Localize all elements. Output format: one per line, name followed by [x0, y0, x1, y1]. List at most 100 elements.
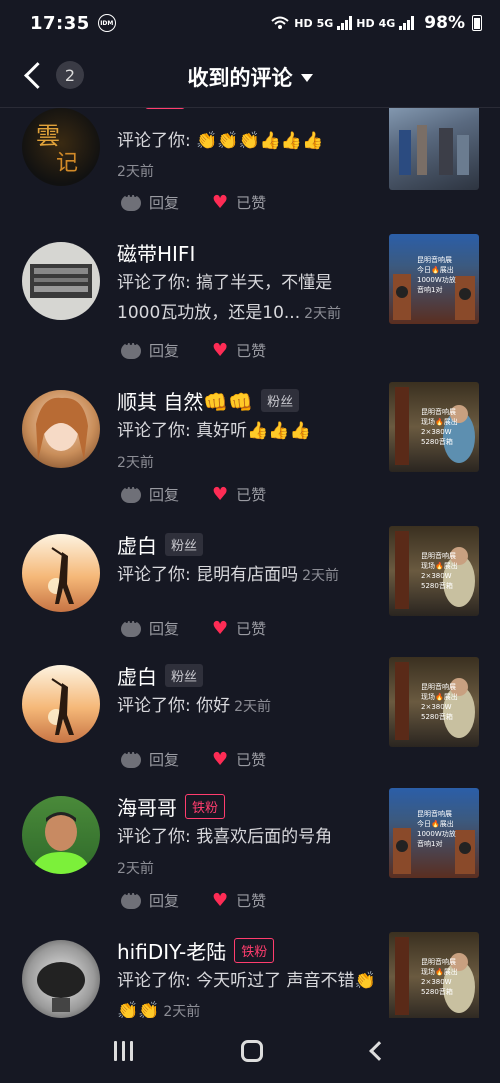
- list-item[interactable]: 虚白 粉丝 评论了你: 昆明有店面吗2天前 回复 ♥已赞 昆明音响展现场🔥展出 2…: [0, 526, 500, 656]
- svg-text:昆明音响展: 昆明音响展: [417, 255, 452, 264]
- list-item[interactable]: 海哥哥 铁粉 评论了你: 我喜欢后面的号角 2天前 回复 ♥已赞 昆明音响展今日…: [0, 788, 500, 918]
- reply-button[interactable]: 回复: [121, 340, 179, 361]
- hd-label-1: HD: [294, 16, 313, 30]
- like-button[interactable]: ♥ 已赞: [212, 484, 266, 505]
- user-name[interactable]: 虚白: [117, 530, 157, 559]
- video-thumbnail[interactable]: 昆明音响展 现场🔥展出 2×380W 5280音箱: [389, 382, 479, 472]
- user-name[interactable]: 顺其 自然👊👊: [117, 386, 253, 415]
- comment-text[interactable]: 评论了你: 搞了半天，不懂是1000瓦功放，还是10... 2天前: [117, 268, 357, 329]
- list-item[interactable]: 磁带HIFI 评论了你: 搞了半天，不懂是1000瓦功放，还是10... 2天前 …: [0, 234, 500, 364]
- unread-count-badge[interactable]: 2: [56, 61, 84, 89]
- user-name[interactable]: 磁带HIFI: [117, 238, 195, 267]
- reply-button[interactable]: 回复: [121, 618, 179, 639]
- reply-button[interactable]: 回复: [121, 192, 179, 213]
- svg-text:5280音箱: 5280音箱: [421, 581, 453, 590]
- svg-text:今日🔥展出: 今日🔥展出: [417, 819, 454, 828]
- svg-text:现场🔥展出: 现场🔥展出: [421, 967, 458, 976]
- action-row: 回复 ♥已赞: [121, 890, 266, 911]
- back-nav-icon[interactable]: [368, 1040, 389, 1061]
- comment-bubble-icon: [121, 618, 141, 637]
- svg-text:音响1对: 音响1对: [417, 839, 442, 848]
- avatar[interactable]: [22, 796, 100, 874]
- action-row: 回复 ♥已赞: [121, 749, 266, 770]
- like-button[interactable]: ♥ 已赞: [212, 749, 266, 770]
- svg-text:昆明音响展: 昆明音响展: [421, 957, 456, 966]
- name-row: 虚白 粉丝: [117, 661, 204, 690]
- svg-text:昆明音响展: 昆明音响展: [421, 407, 456, 416]
- like-button[interactable]: ♥ 已赞: [212, 890, 266, 911]
- action-row: 回复 ♥已赞: [121, 192, 266, 213]
- avatar[interactable]: [22, 390, 100, 468]
- tag-badge: 粉丝: [165, 663, 204, 687]
- back-arrow-icon[interactable]: [22, 60, 46, 90]
- recents-icon[interactable]: [114, 1040, 134, 1061]
- video-thumbnail[interactable]: 昆明音响展 今日🔥展出 1000W功放 音响1对: [389, 788, 479, 878]
- reply-button[interactable]: 回复: [121, 484, 179, 505]
- video-thumbnail[interactable]: 昆明音响展 现场🔥展出 2×380W 5280音箱: [389, 526, 479, 616]
- svg-text:昆明音响展: 昆明音响展: [417, 809, 452, 818]
- svg-text:5280音箱: 5280音箱: [421, 987, 453, 996]
- home-icon[interactable]: [241, 1039, 264, 1062]
- video-thumbnail[interactable]: 昆明音响展 现场🔥展出 2×380W 5280音箱: [389, 932, 479, 1018]
- name-row: hifiDIY-老陆 铁粉: [117, 936, 275, 965]
- battery-percent: 98%: [424, 13, 465, 33]
- reply-button[interactable]: 回复: [121, 890, 179, 911]
- svg-text:2×380W: 2×380W: [421, 428, 452, 436]
- name-row: 顺其 自然👊👊 粉丝: [117, 386, 300, 415]
- avatar[interactable]: [22, 665, 100, 743]
- comment-list[interactable]: 雲记 云 铁粉 评论了你: 👏👏👏👍👍👍 2天前 回复 ♥已赞 磁带HIFI 评…: [0, 108, 500, 1018]
- heart-icon: ♥: [212, 617, 229, 639]
- comment-text[interactable]: 评论了你: 昆明有店面吗 2天前: [117, 560, 377, 591]
- comment-text[interactable]: 评论了你: 👏👏👏👍👍👍: [117, 126, 375, 156]
- comment-time: 2天前: [304, 306, 342, 322]
- list-item[interactable]: 虚白 粉丝 评论了你: 你好2天前 回复 ♥已赞 昆明音响展现场🔥展出 2×380…: [0, 657, 500, 787]
- heart-icon: ♥: [212, 889, 229, 911]
- comment-time: 2天前: [117, 455, 154, 471]
- svg-text:记: 记: [56, 151, 78, 176]
- avatar[interactable]: 雲记: [22, 108, 100, 186]
- reply-button[interactable]: 回复: [121, 749, 179, 770]
- comment-text[interactable]: 评论了你: 今天听过了 声音不错👏👏👏 2天前: [117, 966, 379, 1018]
- idm-icon: IDM: [97, 14, 116, 32]
- status-bar: 17:35 IDM HD 5G HD 4G 98%: [0, 0, 500, 46]
- comment-text[interactable]: 评论了你: 你好 2天前: [117, 691, 375, 722]
- video-thumbnail[interactable]: 昆明音响展 今日🔥展出 1000W功放 音响1对: [389, 234, 479, 324]
- page-title: 收到的评论: [187, 65, 293, 90]
- 5g-label: 5G: [316, 16, 334, 30]
- svg-text:5280音箱: 5280音箱: [421, 437, 453, 446]
- comment-text[interactable]: 评论了你: 我喜欢后面的号角: [117, 822, 375, 852]
- caret-down-icon: [300, 73, 313, 82]
- action-row: 回复 ♥已赞: [121, 340, 266, 361]
- header: 2 收到的评论: [0, 46, 500, 108]
- svg-text:1000W功放: 1000W功放: [417, 829, 456, 838]
- comment-time: 2天前: [117, 861, 154, 877]
- avatar[interactable]: [22, 940, 100, 1018]
- svg-text:音响1对: 音响1对: [417, 285, 442, 294]
- like-button[interactable]: ♥ 已赞: [212, 192, 266, 213]
- tag-badge: 粉丝: [165, 532, 204, 556]
- user-name[interactable]: hifiDIY-老陆: [117, 936, 226, 965]
- heart-icon: ♥: [212, 191, 229, 213]
- avatar[interactable]: [22, 534, 100, 612]
- signal-icon-2: [399, 16, 415, 30]
- user-name[interactable]: 虚白: [117, 661, 157, 690]
- list-item[interactable]: 顺其 自然👊👊 粉丝 评论了你: 真好听👍👍👍 2天前 回复 ♥已赞 昆明音响展…: [0, 382, 500, 512]
- list-item[interactable]: hifiDIY-老陆 铁粉 评论了你: 今天听过了 声音不错👏👏👏 2天前 昆明音…: [0, 932, 500, 1018]
- heart-icon: ♥: [212, 748, 229, 770]
- list-item[interactable]: 雲记 云 铁粉 评论了你: 👏👏👏👍👍👍 2天前 回复 ♥已赞: [0, 108, 500, 216]
- comment-bubble-icon: [121, 192, 141, 211]
- video-thumbnail[interactable]: 昆明音响展 现场🔥展出 2×380W 5280音箱: [389, 657, 479, 747]
- name-row: 磁带HIFI: [117, 238, 195, 266]
- like-button[interactable]: ♥ 已赞: [212, 618, 266, 639]
- user-name[interactable]: 云: [117, 108, 137, 111]
- svg-text:2×380W: 2×380W: [421, 572, 452, 580]
- video-thumbnail[interactable]: [389, 108, 479, 190]
- comment-text[interactable]: 评论了你: 真好听👍👍👍: [117, 416, 375, 446]
- avatar[interactable]: [22, 242, 100, 320]
- svg-text:雲: 雲: [36, 122, 60, 150]
- svg-text:昆明音响展: 昆明音响展: [421, 551, 456, 560]
- user-name[interactable]: 海哥哥: [117, 792, 177, 821]
- like-button[interactable]: ♥ 已赞: [212, 340, 266, 361]
- page-title-dropdown[interactable]: 收到的评论: [188, 62, 313, 92]
- comment-time: 2天前: [302, 568, 340, 584]
